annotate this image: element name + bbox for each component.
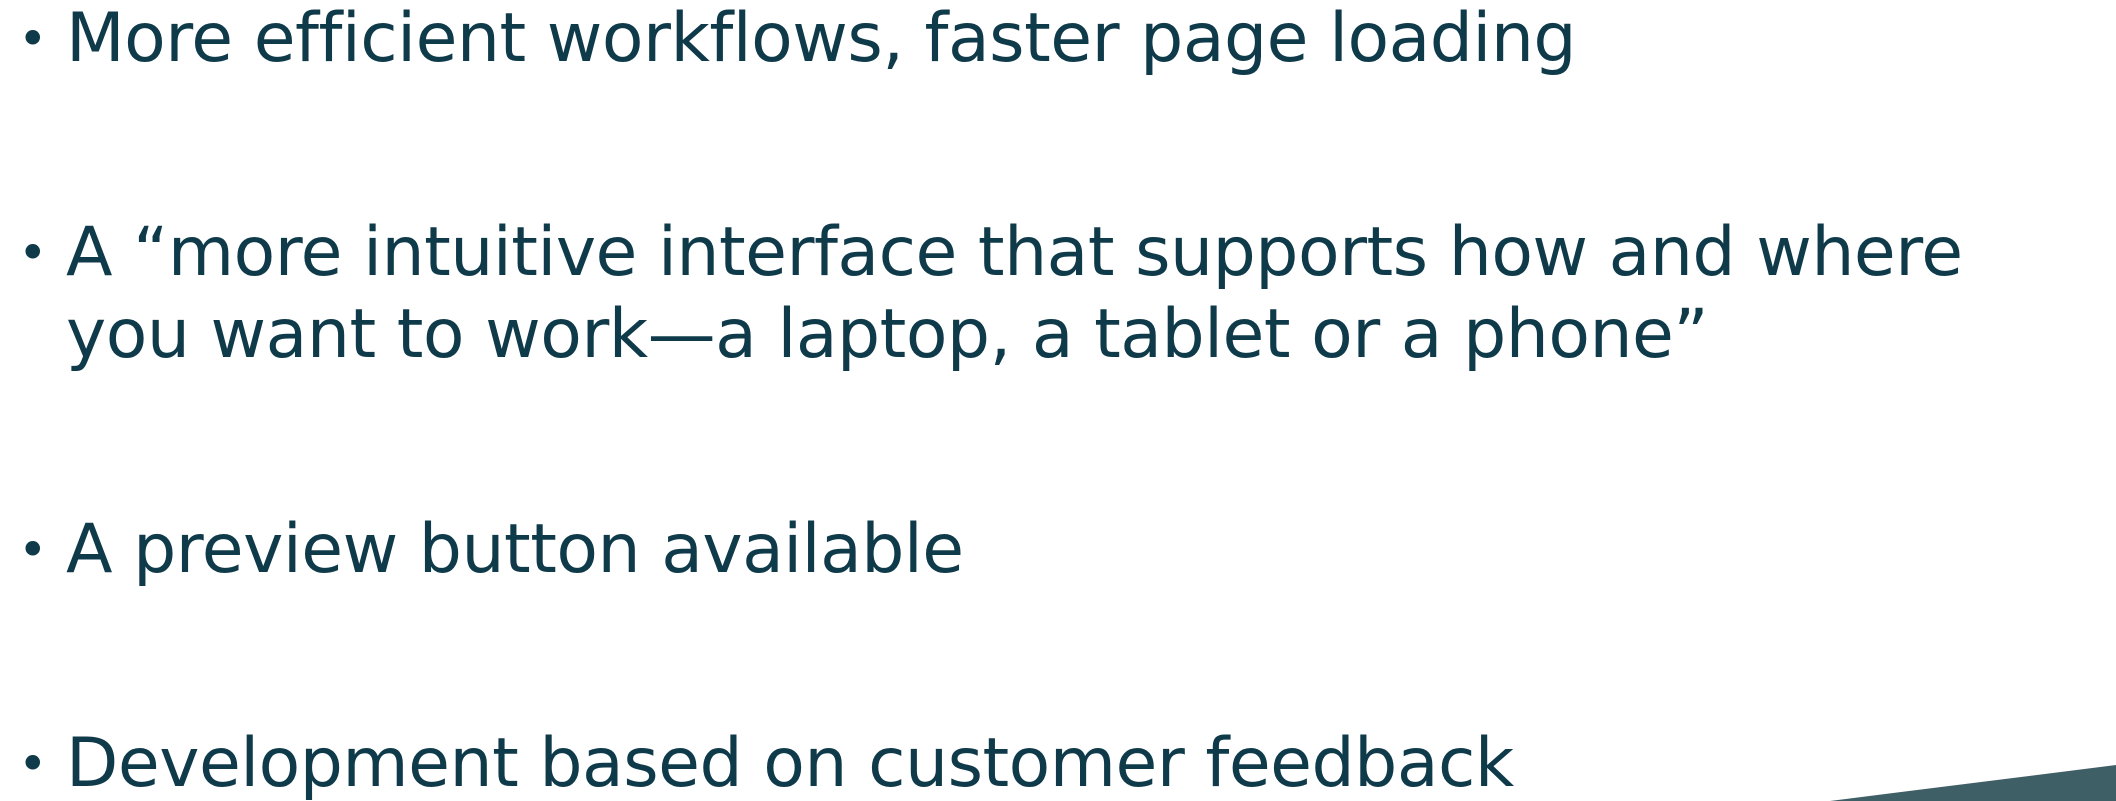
bullet-marker: •: [18, 10, 48, 68]
bullet-text: A preview button available: [66, 510, 964, 589]
bullet-item: • A “more intuitive interface that suppo…: [18, 212, 1963, 376]
bullet-item: • Development based on customer feedback: [18, 723, 1514, 801]
bullet-item: • A preview button available: [18, 509, 964, 591]
bullet-text-block: A “more intuitive interface that support…: [66, 212, 1963, 376]
bullet-item: • More efficient workflows, faster page …: [18, 0, 1577, 80]
bullet-text: More efficient workflows, faster page lo…: [66, 0, 1577, 78]
bullet-text: Development based on customer feedback: [66, 724, 1514, 801]
bullet-marker: •: [18, 521, 48, 579]
bullet-list: • More efficient workflows, faster page …: [0, 0, 2116, 801]
bullet-text-line: you want to work—a laptop, a tablet or a…: [66, 295, 1709, 374]
bullet-text-line: A “more intuitive interface that support…: [66, 213, 1963, 292]
bullet-marker: •: [18, 224, 48, 282]
bullet-marker: •: [18, 735, 48, 793]
